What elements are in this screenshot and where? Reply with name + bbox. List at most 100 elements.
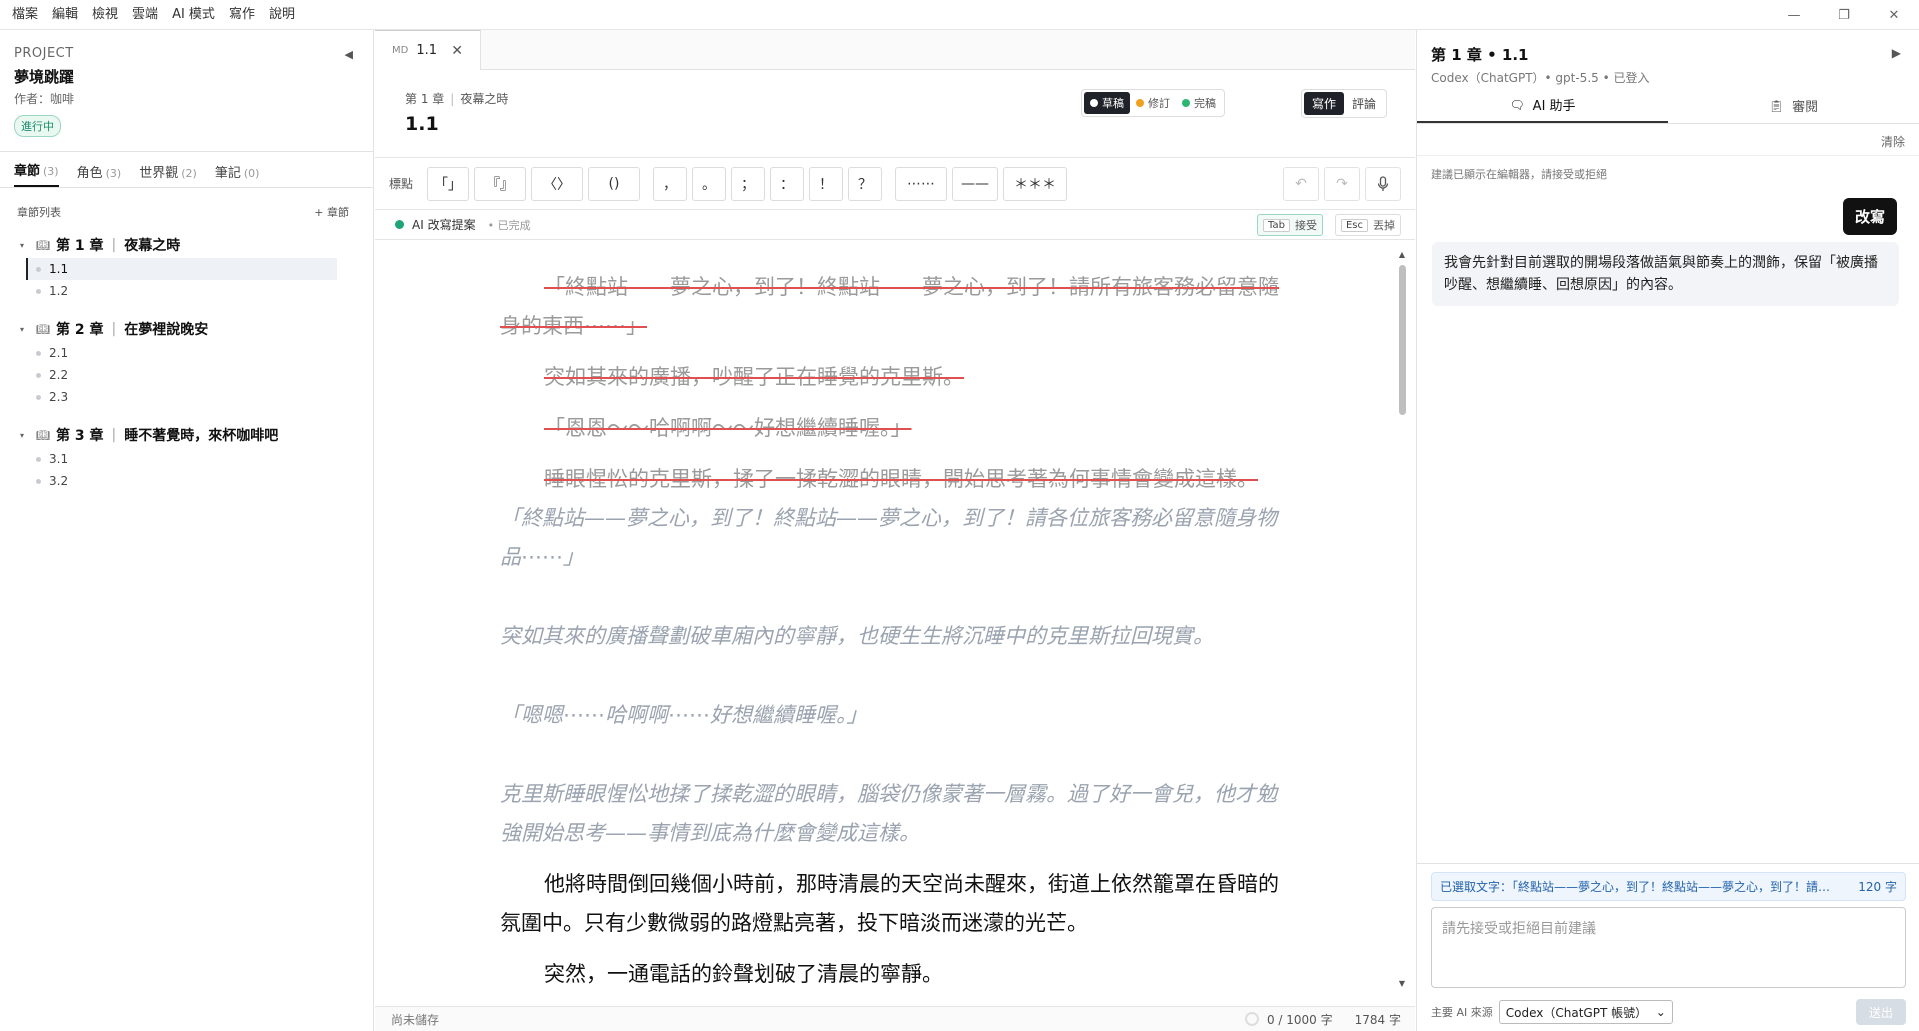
microphone-icon <box>1377 176 1389 191</box>
book-icon: 📖︎ <box>36 238 50 252</box>
tab-review[interactable]: 📋︎ 審閱 <box>1668 88 1919 123</box>
chat-icon: 🗨︎ <box>1509 97 1525 112</box>
close-tab-icon[interactable]: ✕ <box>451 43 463 59</box>
punct-parentheses-button[interactable]: () <box>588 166 641 201</box>
menu-view[interactable]: 檢視 <box>85 0 125 30</box>
assistant-message: 我會先針對目前選取的開場段落做語氣與節奏上的潤飾，保留「被廣播吵醒、想繼續睡、回… <box>1432 242 1899 306</box>
composer: 已選取文字：「終點站——夢之心，到了！終點站——夢之心，到了！請所⋯ 120 字… <box>1417 863 1919 996</box>
book-icon: 📖︎ <box>36 322 50 336</box>
tab-notes[interactable]: 筆記 (0) <box>215 162 260 187</box>
redo-button[interactable]: ↷ <box>1324 167 1360 201</box>
menu-cloud[interactable]: 雲端 <box>125 0 165 30</box>
section-item-2-2[interactable]: 2.2 <box>26 364 337 386</box>
document-title: 1.1 <box>405 113 439 135</box>
punct-semicolon-button[interactable]: ； <box>731 166 766 201</box>
punct-scene-break-button[interactable]: ＊＊＊ <box>1003 166 1068 201</box>
menu-ai-mode[interactable]: AI 模式 <box>165 0 222 30</box>
punct-comma-button[interactable]: ， <box>653 166 688 201</box>
punct-exclamation-button[interactable]: ！ <box>809 166 844 201</box>
send-button[interactable]: 送出 <box>1856 999 1906 1025</box>
status-dot-icon <box>1090 99 1098 107</box>
ai-proposal-label: AI 改寫提案 <box>412 218 476 232</box>
add-chapter-button[interactable]: + 章節 <box>314 204 349 220</box>
user-message: 改寫 <box>1842 198 1897 235</box>
restore-button[interactable]: ❐ <box>1819 0 1869 30</box>
undo-button[interactable]: ↶ <box>1283 167 1319 201</box>
punct-angle-bracket-button[interactable]: 〈〉 <box>531 166 584 201</box>
section-item-2-3[interactable]: 2.3 <box>26 386 337 408</box>
status-final-button[interactable]: 完稿 <box>1176 92 1222 114</box>
minimize-button[interactable]: — <box>1769 0 1819 30</box>
dot-icon <box>36 478 41 484</box>
section-item-3-1[interactable]: 3.1 <box>26 448 337 470</box>
file-tab[interactable]: MD 1.1 ✕ <box>375 30 481 70</box>
deleted-text: 「恩恩～～哈啊啊～～好想繼續睡喔。」 <box>544 416 912 440</box>
collapse-sidebar-icon[interactable]: ◀ <box>345 48 353 61</box>
tab-ai-assistant[interactable]: 🗨︎ AI 助手 <box>1417 88 1668 123</box>
status-revision-button[interactable]: 修訂 <box>1130 92 1176 114</box>
document-body[interactable]: 「終點站——夢之心，到了！終點站——夢之心，到了！請所有旅客務必留意隨身的東西⋯… <box>375 242 1415 1006</box>
redo-icon: ↷ <box>1336 176 1348 192</box>
menu-writing[interactable]: 寫作 <box>222 0 262 30</box>
ai-source-select[interactable]: Codex（ChatGPT 帳號） ⌄ <box>1498 1000 1673 1024</box>
punctuation-label: 標點 <box>389 177 414 191</box>
ai-panel-tabs: 🗨︎ AI 助手 📋︎ 審閱 <box>1417 88 1919 124</box>
accept-proposal-button[interactable]: Tab 接受 <box>1257 214 1323 236</box>
chapter-item-2[interactable]: ▾ 📖︎ 第 2 章 | 在夢裡說晚安 <box>0 316 373 342</box>
project-status-badge: 進行中 <box>14 115 61 137</box>
document-header: 第 1 章 | 夜幕之時 1.1 草稿 修訂 完稿 寫作 評論 <box>375 70 1415 158</box>
punct-double-corner-bracket-button[interactable]: 『』 <box>474 166 527 201</box>
dot-icon <box>36 372 41 378</box>
tab-chapters[interactable]: 章節 (3) <box>14 160 59 187</box>
punct-dash-button[interactable]: —— <box>952 166 999 201</box>
punct-colon-button[interactable]: ： <box>770 166 805 201</box>
menu-help[interactable]: 說明 <box>262 0 302 30</box>
file-tab-bar: MD 1.1 ✕ <box>375 30 1415 70</box>
punct-period-button[interactable]: 。 <box>692 166 727 201</box>
ai-status-dot-icon <box>395 220 404 229</box>
clear-chat-button[interactable]: 清除 <box>1881 135 1905 149</box>
section-item-1-2[interactable]: 1.2 <box>26 280 337 302</box>
undo-icon: ↶ <box>1295 176 1307 192</box>
chapter-item-3[interactable]: ▾ 📖︎ 第 3 章 | 睡不著覺時，來杯咖啡吧 <box>0 422 373 448</box>
menu-edit[interactable]: 編輯 <box>45 0 85 30</box>
editor-content[interactable]: 「終點站——夢之心，到了！終點站——夢之心，到了！請所有旅客務必留意隨身的東西⋯… <box>500 268 1280 1006</box>
tab-worldbuilding[interactable]: 世界觀 (2) <box>139 162 197 187</box>
word-goal: 0 / 1000 字 <box>1266 1012 1333 1027</box>
punct-ellipsis-button[interactable]: ⋯⋯ <box>895 166 948 201</box>
status-draft-button[interactable]: 草稿 <box>1084 92 1130 114</box>
reject-proposal-button[interactable]: Esc 丟掉 <box>1334 214 1401 236</box>
section-item-2-1[interactable]: 2.1 <box>26 342 337 364</box>
app-window: 檔案 編輯 檢視 雲端 AI 模式 寫作 說明 — ❐ ✕ PROJECT 夢境… <box>0 0 1919 1031</box>
dot-icon <box>36 456 41 462</box>
chevron-down-icon: ⌄ <box>1655 1005 1666 1019</box>
caret-down-icon[interactable]: ▾ <box>20 241 36 250</box>
caret-down-icon[interactable]: ▾ <box>20 431 36 440</box>
scrollbar-thumb[interactable] <box>1399 265 1406 415</box>
comment-mode-button[interactable]: 評論 <box>1344 92 1384 115</box>
chapter-list-header: 章節列表 + 章節 <box>0 188 373 220</box>
section-item-3-2[interactable]: 3.2 <box>26 470 337 492</box>
suggestion-hint: 建議已顯示在編輯器，請接受或拒絕 <box>1431 168 1607 181</box>
section-item-1-1[interactable]: 1.1 <box>26 258 337 280</box>
editor-tools: ↶ ↷ <box>1278 167 1401 201</box>
voice-input-button[interactable] <box>1365 167 1401 201</box>
punct-corner-bracket-button[interactable]: 「」 <box>427 166 470 201</box>
caret-down-icon[interactable]: ▾ <box>20 325 36 334</box>
collapse-panel-icon[interactable]: ▶ <box>1892 46 1901 60</box>
chat-input[interactable]: 請先接受或拒絕目前建議 <box>1431 907 1906 988</box>
tab-characters[interactable]: 角色 (3) <box>77 162 122 187</box>
close-window-button[interactable]: ✕ <box>1869 0 1919 30</box>
sidebar-tabs: 章節 (3) 角色 (3) 世界觀 (2) 筆記 (0) <box>0 152 373 188</box>
dot-icon <box>36 266 41 272</box>
write-mode-button[interactable]: 寫作 <box>1303 92 1344 115</box>
punct-question-button[interactable]: ？ <box>848 166 883 201</box>
editor-scrollbar[interactable]: ▲ ▼ <box>1397 250 1407 998</box>
selected-text-chip: 已選取文字：「終點站——夢之心，到了！終點站——夢之心，到了！請所⋯ 120 字 <box>1431 872 1906 901</box>
chapter-item-1[interactable]: ▾ 📖︎ 第 1 章 | 夜幕之時 <box>0 232 373 258</box>
paragraph: 「終點站——夢之心，到了！終點站——夢之心，到了！請所有旅客務必留意隨身的東西⋯… <box>500 268 1280 346</box>
scroll-up-icon[interactable]: ▲ <box>1397 250 1407 259</box>
scroll-down-icon[interactable]: ▼ <box>1397 979 1407 988</box>
menu-bar: 檔案 編輯 檢視 雲端 AI 模式 寫作 說明 — ❐ ✕ <box>0 0 1919 30</box>
menu-file[interactable]: 檔案 <box>0 0 45 30</box>
